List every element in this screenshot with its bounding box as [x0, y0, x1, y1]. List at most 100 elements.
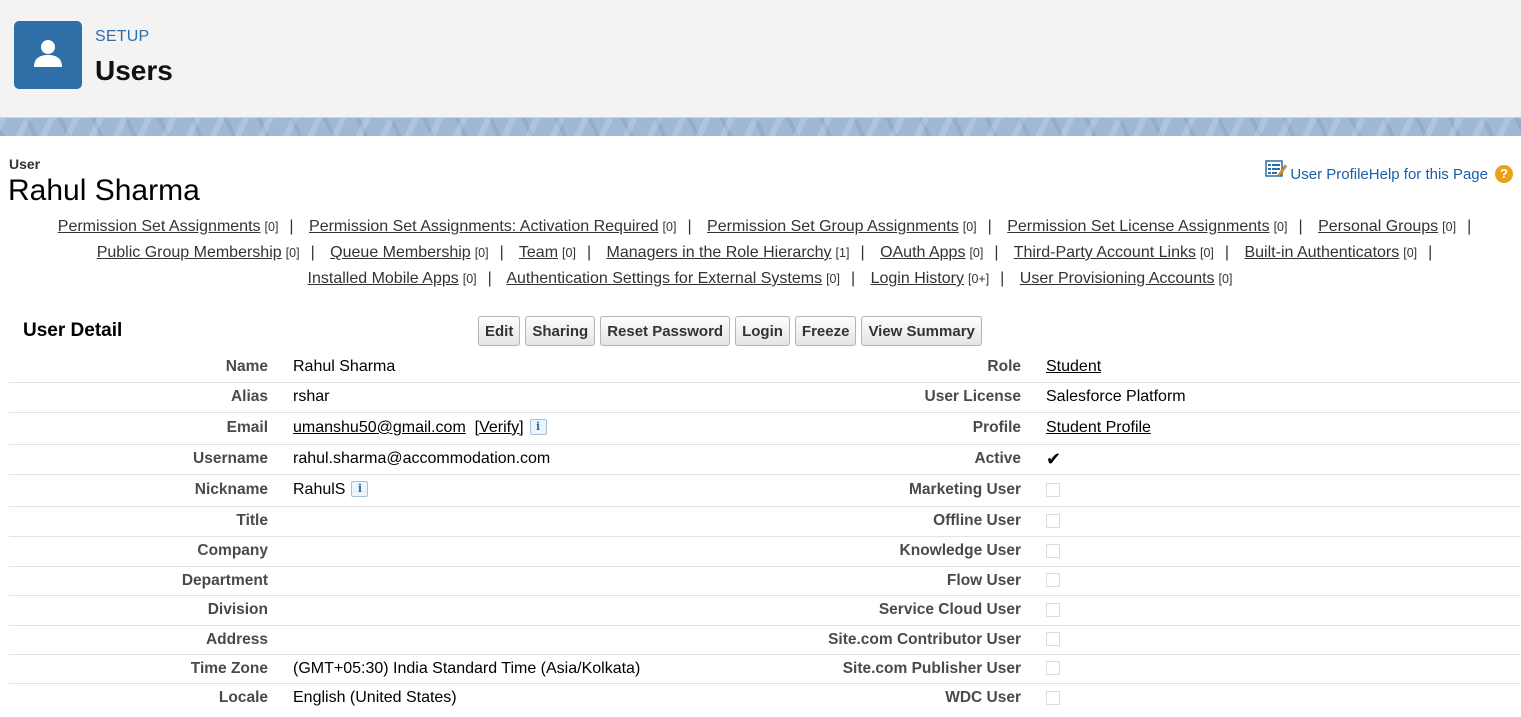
related-link-count: [0] [1403, 246, 1418, 260]
related-link-count: [0] [1199, 246, 1214, 260]
field-value [268, 625, 765, 654]
related-link-queue-membership[interactable]: Queue Membership [330, 244, 471, 261]
related-link-count: [0] [1273, 220, 1288, 234]
related-link-personal-groups[interactable]: Personal Groups [1318, 218, 1438, 235]
field-value [268, 566, 765, 595]
setup-header: SETUP Users [0, 0, 1521, 117]
info-icon[interactable]: i [351, 481, 369, 497]
unchecked-checkbox-icon [1046, 573, 1060, 588]
reset-password-button[interactable]: Reset Password [600, 316, 731, 346]
decorative-banner [0, 117, 1521, 136]
login-button[interactable]: Login [735, 316, 790, 346]
related-link-login-history[interactable]: Login History [871, 270, 964, 287]
related-list-links: Permission Set Assignments [0] | Permissio… [57, 218, 1472, 287]
view-summary-button[interactable]: View Summary [861, 316, 982, 346]
freeze-button[interactable]: Freeze [794, 316, 857, 346]
field-label: Service Cloud User [878, 601, 1021, 618]
detail-row: Title Offline User [9, 506, 1521, 536]
unchecked-checkbox-icon [1046, 632, 1060, 647]
detail-row: Locale English (United States) WDC User [9, 683, 1521, 713]
related-link-count: [0] [826, 272, 840, 286]
related-link-count: [0] [264, 220, 279, 234]
active-checkmark-icon: ✔ [1046, 448, 1062, 469]
field-value: Salesforce Platform [1046, 388, 1186, 405]
detail-row: Address Site.com Contributor User [9, 625, 1521, 654]
setup-label: SETUP [95, 28, 150, 45]
related-link-oauth-apps[interactable]: OAuth Apps [880, 244, 965, 261]
detail-row: Name Rahul Sharma Role Student [9, 352, 1521, 382]
field-label: Role [987, 357, 1021, 375]
field-value [268, 595, 765, 625]
unchecked-checkbox-icon [1046, 691, 1060, 706]
user-profile-icon [1265, 160, 1288, 182]
detail-row: Company Knowledge User [9, 536, 1521, 566]
info-icon[interactable]: i [529, 419, 547, 435]
unchecked-checkbox-icon [1046, 661, 1060, 676]
field-label: Knowledge User [899, 542, 1021, 559]
field-label: Offline User [933, 512, 1021, 529]
related-link-third-party-accounts[interactable]: Third-Party Account Links [1014, 244, 1196, 261]
field-label: Alias [230, 388, 268, 405]
field-value: (GMT+05:30) India Standard Time (Asia/Ko… [293, 659, 641, 677]
related-link-count: [0] [462, 272, 477, 286]
related-link-count: [0] [969, 246, 984, 260]
detail-row: Department Flow User [9, 566, 1521, 595]
field-label: Locale [218, 689, 268, 707]
related-link-auth-settings-external[interactable]: Authentication Settings for External Sys… [506, 270, 822, 287]
related-link-count: [0] [1218, 272, 1233, 286]
detail-row: Time Zone (GMT+05:30) India Standard Tim… [9, 654, 1521, 683]
related-link-count: [0] [662, 220, 677, 234]
unchecked-checkbox-icon [1046, 482, 1060, 497]
related-link-permission-set-group[interactable]: Permission Set Group Assignments [707, 218, 959, 235]
field-label: Time Zone [190, 659, 268, 677]
user-detail-table: Name Rahul Sharma Role Student Alias rsh… [9, 352, 1521, 713]
role-link[interactable]: Student [1046, 358, 1101, 375]
related-link-team[interactable]: Team [519, 244, 558, 261]
field-label: Username [193, 450, 268, 467]
field-label: Email [226, 419, 268, 436]
related-link-managers-role-hierarchy[interactable]: Managers in the Role Hierarchy [607, 244, 832, 261]
related-link-permission-set-activation[interactable]: Permission Set Assignments: Activation R… [309, 218, 659, 235]
field-label: Department [181, 571, 268, 589]
edit-button[interactable]: Edit [478, 316, 521, 346]
field-value: RahulS [293, 481, 346, 498]
detail-row: Username rahul.sharma@accommodation.com … [9, 444, 1521, 474]
field-label: Title [236, 512, 268, 529]
field-label: User License [924, 388, 1022, 405]
field-label: Address [205, 630, 268, 648]
detail-row: Email umanshu50@gmail.com [Verify] i Prof… [9, 412, 1521, 444]
help-icon[interactable]: ? [1495, 165, 1513, 183]
related-link-user-provisioning[interactable]: User Provisioning Accounts [1020, 270, 1215, 287]
related-link-installed-mobile-apps[interactable]: Installed Mobile Apps [308, 270, 459, 287]
field-label: Active [974, 450, 1021, 467]
related-link-count: [0+] [967, 272, 990, 286]
detail-row: Alias rshar User License Salesforce Plat… [9, 382, 1521, 412]
related-link-built-in-authenticators[interactable]: Built-in Authenticators [1244, 244, 1399, 261]
record-type-label: User [9, 156, 41, 172]
related-link-count: [0] [562, 246, 576, 260]
field-label: WDC User [945, 689, 1021, 707]
help-for-page-link[interactable]: Help for this Page [1369, 166, 1488, 183]
related-link-permission-set-assignments[interactable]: Permission Set Assignments [58, 218, 261, 235]
sharing-button[interactable]: Sharing [525, 316, 596, 346]
field-label: Nickname [194, 481, 268, 498]
verify-email-link[interactable]: [Verify] [475, 419, 524, 436]
related-link-count: [0] [474, 246, 489, 260]
field-value: rahul.sharma@accommodation.com [293, 450, 551, 467]
record-name: Rahul Sharma [8, 174, 200, 207]
field-label: Profile [972, 419, 1021, 436]
user-profile-link[interactable]: User Profile [1290, 166, 1368, 183]
field-label: Name [225, 357, 268, 375]
related-link-permission-set-license[interactable]: Permission Set License Assignments [1007, 218, 1269, 235]
profile-link[interactable]: Student Profile [1046, 419, 1151, 436]
email-link[interactable]: umanshu50@gmail.com [293, 419, 466, 436]
field-label: Site.com Contributor User [828, 630, 1021, 648]
field-value [268, 536, 765, 566]
related-link-count: [0] [1442, 220, 1457, 234]
related-link-public-group-membership[interactable]: Public Group Membership [97, 244, 282, 261]
field-value: rshar [293, 388, 330, 405]
section-title: User Detail [23, 320, 123, 341]
field-label: Company [197, 542, 268, 559]
detail-button-bar: Edit Sharing Reset Password Login Freeze… [478, 316, 982, 346]
page-title: Users [95, 55, 173, 86]
